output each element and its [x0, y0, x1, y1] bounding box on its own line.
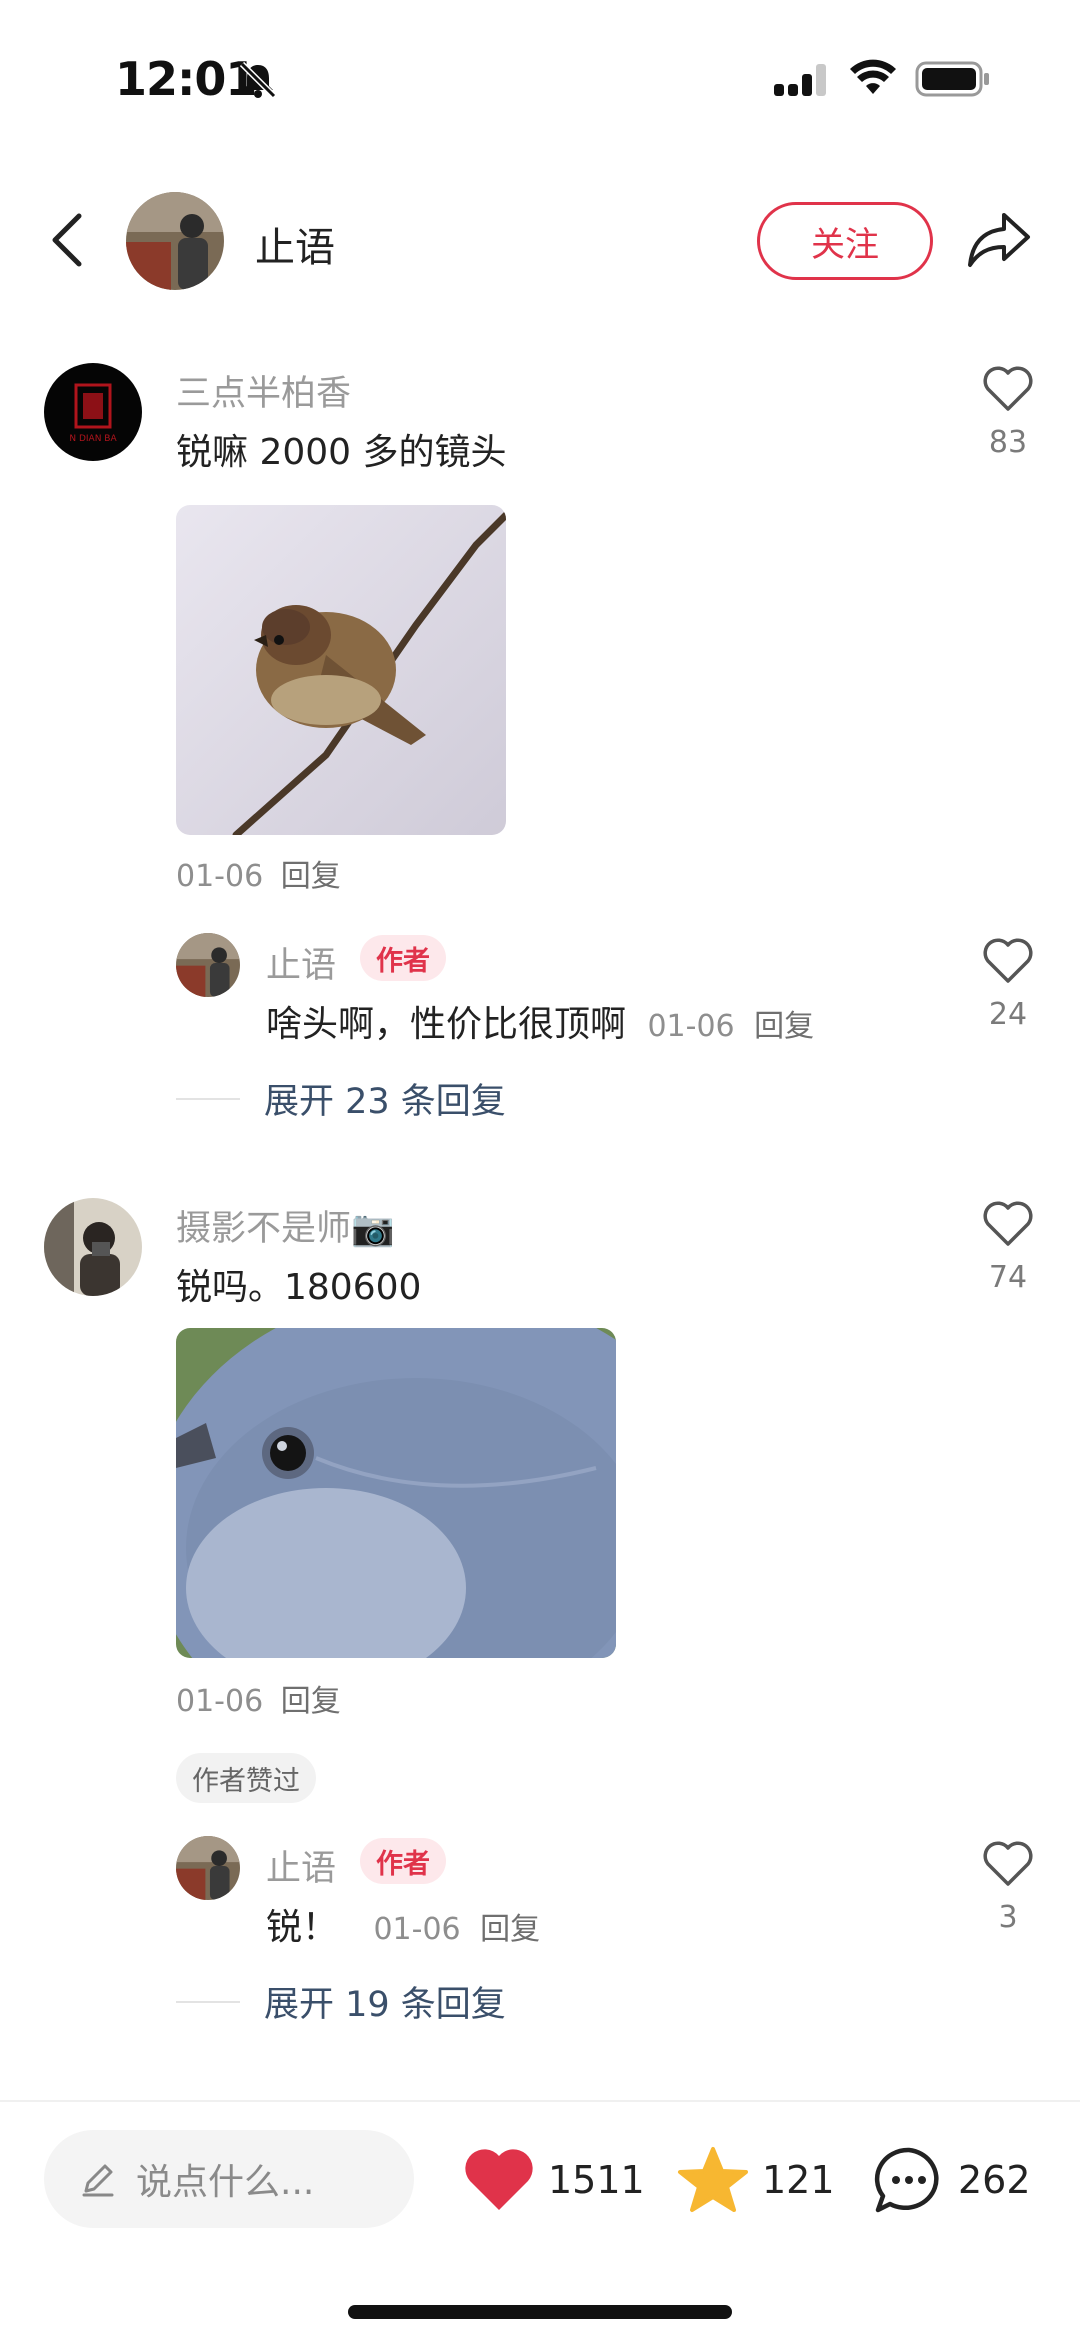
comment-date: 01-06 [176, 859, 264, 894]
reply-reply-button[interactable]: 回复 [754, 1009, 814, 1044]
chat-bubble-icon [874, 2147, 939, 2213]
commenter-avatar[interactable]: N DIAN BA [44, 363, 142, 461]
status-bar: 12:01 [0, 0, 1080, 150]
reply-username[interactable]: 止语 [266, 1840, 336, 1891]
cellular-signal-icon [774, 64, 826, 96]
heart-outline-icon [983, 366, 1033, 411]
expand-replies-label[interactable]: 展开 23 条回复 [264, 1073, 506, 1124]
comment-input-placeholder: 说点什么... [136, 2162, 315, 2203]
follow-button[interactable]: 关注 [757, 202, 933, 280]
reply-like-count: 3 [998, 1900, 1018, 1935]
author-name[interactable]: 止语 [255, 215, 335, 273]
bell-muted-icon [239, 61, 277, 99]
comment-like-button[interactable]: 83 [968, 365, 1048, 460]
reply-reply-button[interactable]: 回复 [480, 1912, 540, 1947]
author-tag: 作者 [360, 935, 446, 981]
home-indicator[interactable] [348, 2305, 732, 2319]
reply-author-avatar[interactable] [176, 1836, 240, 1900]
comment-text: 锐嘛 2000 多的镜头 [176, 432, 507, 473]
reply-like-button[interactable]: 24 [968, 937, 1048, 1032]
reply-date: 01-06 [373, 1912, 461, 1947]
comments-button[interactable]: 262 [872, 2146, 1031, 2214]
commenter-username[interactable]: 三点半柏香 [176, 365, 351, 416]
heart-filled-icon [465, 2149, 533, 2210]
heart-outline-icon [983, 1841, 1033, 1886]
back-arrow-icon[interactable] [45, 210, 89, 270]
commenter-avatar[interactable] [44, 1198, 142, 1296]
author-liked-badge: 作者赞过 [176, 1753, 316, 1803]
favorite-count: 121 [762, 2158, 835, 2202]
reply-text: 锐！ [266, 1907, 339, 1948]
heart-outline-icon [983, 1201, 1033, 1246]
reply-text-row: 锐！ 01-06 回复 [266, 1898, 540, 1950]
reply-username[interactable]: 止语 [266, 937, 336, 988]
comment-like-count: 74 [988, 1260, 1028, 1295]
author-tag: 作者 [360, 1838, 446, 1884]
reply-text-row: 啥头啊，性价比很顶啊 01-06 回复 [266, 995, 814, 1047]
comment-input[interactable]: 说点什么... [44, 2130, 414, 2228]
expand-replies-label[interactable]: 展开 19 条回复 [264, 1976, 506, 2027]
battery-icon [915, 61, 989, 97]
divider-line [176, 2000, 240, 2003]
reply-like-button[interactable]: 3 [968, 1840, 1048, 1935]
comment-date: 01-06 [176, 1684, 264, 1719]
commenter-username[interactable]: 摄影不是师📷 [176, 1200, 395, 1251]
expand-replies-button[interactable]: 展开 19 条回复 [176, 1976, 506, 2027]
share-icon[interactable] [966, 209, 1032, 269]
comment-count: 262 [958, 2158, 1031, 2202]
status-time: 12:01 [115, 52, 257, 106]
post-header: 止语 关注 [0, 185, 1080, 295]
reply-like-count: 24 [988, 997, 1028, 1032]
comment-text: 锐吗。180600 [176, 1267, 422, 1308]
pencil-icon [82, 2164, 114, 2197]
author-avatar[interactable] [126, 192, 224, 290]
comment-photo-sparrow[interactable] [176, 505, 506, 835]
svg-text:N DIAN BA: N DIAN BA [69, 434, 117, 444]
comment-item: N DIAN BA 三点半柏香 锐嘛 2000 多的镜头 83 01-06 回复… [0, 355, 1080, 1135]
comment-reply-button[interactable]: 回复 [281, 1684, 341, 1719]
reply-date: 01-06 [647, 1009, 735, 1044]
reply-author-avatar[interactable] [176, 933, 240, 997]
comment-meta: 01-06 回复 [176, 1676, 341, 1720]
comment-photo-blue-bird[interactable] [176, 1328, 616, 1658]
comment-reply-button[interactable]: 回复 [281, 859, 341, 894]
divider-line [176, 1097, 240, 1100]
expand-replies-button[interactable]: 展开 23 条回复 [176, 1073, 506, 1124]
reply-text: 啥头啊，性价比很顶啊 [266, 1004, 627, 1045]
comment-meta: 01-06 回复 [176, 851, 341, 895]
like-count: 1511 [548, 2158, 645, 2202]
heart-outline-icon [983, 938, 1033, 983]
comment-like-button[interactable]: 74 [968, 1200, 1048, 1295]
wifi-icon [850, 59, 896, 94]
comment-like-count: 83 [988, 425, 1028, 460]
favorite-button[interactable]: 121 [676, 2146, 835, 2214]
like-button[interactable]: 1511 [462, 2146, 645, 2214]
comment-item: 摄影不是师📷 锐吗。180600 74 01-06 回复 作者赞过 止语 作者 … [0, 1190, 1080, 2060]
star-filled-icon [678, 2147, 748, 2212]
